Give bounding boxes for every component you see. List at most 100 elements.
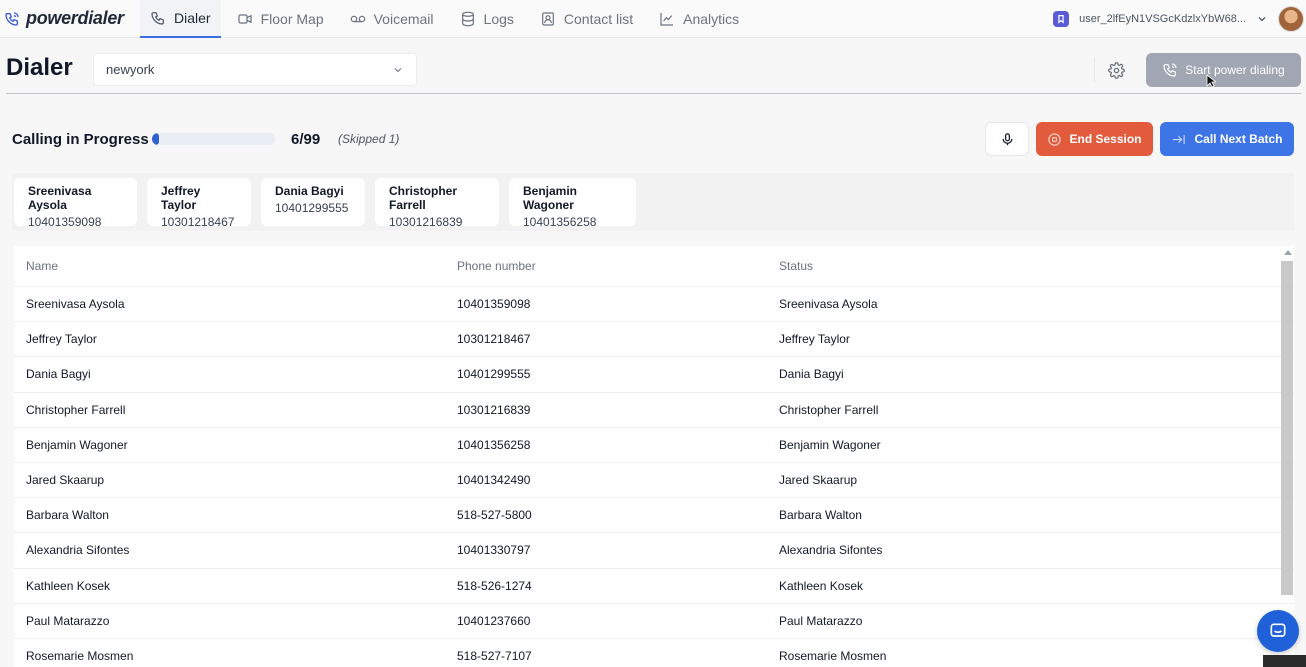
microphone-icon [1002, 132, 1012, 145]
scroll-up-arrow[interactable] [1284, 250, 1292, 255]
column-header-status[interactable]: Status [779, 259, 813, 273]
tab-label: Floor Map [260, 10, 324, 27]
voicemail-icon [350, 15, 365, 22]
chart-icon [660, 12, 674, 26]
table-row[interactable]: Jared Skaarup 10401342490 Jared Skaarup [14, 463, 1294, 499]
table-row[interactable]: Kathleen Kosek 518-526-1274 Kathleen Kosek [14, 569, 1294, 604]
tab-dialer[interactable]: Dialer [140, 0, 221, 38]
active-call-card[interactable]: Benjamin Wagoner 10401356258 [509, 178, 636, 229]
call-next-batch-button[interactable]: Call Next Batch [1160, 122, 1294, 156]
top-navigation: powerdialer Dialer Floor Map Voicemail L… [0, 0, 1306, 38]
card-phone: 10401299555 [275, 201, 349, 215]
tab-logs[interactable]: Logs [450, 0, 524, 38]
region-select-value: newyork [106, 62, 155, 77]
page-title: Dialer [6, 54, 73, 81]
call-progress-fill [152, 133, 160, 145]
microphone-button[interactable] [985, 122, 1029, 156]
card-name: Benjamin Wagoner [523, 184, 578, 212]
cell-status: Jared Skaarup [779, 473, 858, 488]
call-progress-bar [152, 133, 275, 145]
tab-contact-list[interactable]: Contact list [530, 0, 643, 38]
tab-voicemail[interactable]: Voicemail [340, 0, 444, 38]
phone-call-icon [1163, 63, 1177, 77]
video-icon [237, 13, 252, 24]
card-name: Christopher Farrell [389, 184, 458, 212]
card-phone: 10401356258 [523, 215, 597, 229]
user-name: user_2lfEyN1VSGcKdzlxYbW68... [1079, 13, 1246, 25]
table-row[interactable]: Benjamin Wagoner 10401356258 Benjamin Wago… [14, 428, 1294, 463]
region-select[interactable]: newyork [93, 53, 417, 86]
table-row[interactable]: Christopher Farrell 10301216839 Christophe… [14, 393, 1294, 428]
active-calls-strip: Sreenivasa Aysola 10401359098 Jeffrey Ta… [12, 173, 1294, 231]
gear-icon [1107, 61, 1125, 79]
table-row[interactable]: Dania Bagyi 10401299555 Dania Bagyi [14, 357, 1294, 393]
cell-phone: 518-527-7107 [457, 648, 532, 663]
cell-phone: 518-527-5800 [457, 508, 532, 523]
contact-book-icon [541, 11, 554, 26]
column-header-name[interactable]: Name [26, 259, 457, 273]
chevron-down-icon [394, 68, 402, 73]
phone-icon [151, 11, 164, 25]
stop-circle-icon [1048, 132, 1062, 146]
cell-phone: 10301218467 [457, 332, 531, 347]
cell-phone: 10401342490 [457, 473, 531, 488]
tab-analytics[interactable]: Analytics [649, 0, 749, 38]
tab-label: Logs [483, 10, 514, 27]
calling-status-label: Calling in Progress [12, 131, 149, 148]
taskbar-edge [1263, 655, 1306, 667]
cell-name: Sreenivasa Aysola [26, 297, 125, 312]
avatar[interactable] [1278, 6, 1304, 32]
cell-phone: 518-526-1274 [457, 578, 532, 593]
column-header-phone[interactable]: Phone number [457, 259, 779, 273]
chat-icon [1270, 623, 1286, 637]
end-session-button[interactable]: End Session [1036, 122, 1153, 156]
table-row[interactable]: Barbara Walton 518-527-5800 Barbara Walton [14, 498, 1294, 534]
user-menu[interactable]: user_2lfEyN1VSGcKdzlxYbW68... [1053, 0, 1306, 38]
active-call-card[interactable]: Dania Bagyi 10401299555 [261, 178, 365, 226]
start-power-dialing-label: Start power dialing [1185, 63, 1285, 77]
tab-floor-map[interactable]: Floor Map [227, 0, 334, 38]
cell-status: Christopher Farrell [779, 402, 879, 417]
start-power-dialing-button[interactable]: Start power dialing [1146, 53, 1301, 87]
mouse-cursor-icon [1206, 74, 1216, 88]
cell-phone: 10401359098 [457, 297, 531, 312]
cell-status: Jeffrey Taylor [779, 332, 850, 347]
table-row[interactable]: Alexandria Sifontes 10401330797 Alexandria… [14, 533, 1294, 569]
settings-button[interactable] [1105, 59, 1127, 81]
cell-name: Alexandria Sifontes [26, 543, 130, 558]
cell-name: Dania Bagyi [26, 367, 91, 382]
database-icon [461, 11, 474, 26]
table-row[interactable]: Paul Matarazzo 10401237660 Paul Matarazzo [14, 604, 1294, 639]
chat-support-button[interactable] [1257, 610, 1299, 652]
cell-phone: 10401330797 [457, 543, 531, 558]
table-row[interactable]: Sreenivasa Aysola 10401359098 Sreenivasa A… [14, 287, 1294, 323]
active-call-card[interactable]: Christopher Farrell 10301216839 [375, 178, 499, 229]
cell-name: Kathleen Kosek [26, 578, 111, 593]
cell-status: Barbara Walton [779, 508, 862, 523]
tab-label: Voicemail [373, 10, 434, 27]
cell-status: Benjamin Wagoner [779, 437, 881, 452]
table-row[interactable]: Rosemarie Mosmen 518-527-7107 Rosemarie Mo… [14, 639, 1294, 667]
tab-label: Dialer [174, 9, 211, 26]
cell-status: Sreenivasa Aysola [779, 297, 878, 312]
active-call-card[interactable]: Jeffrey Taylor 10301218467 [147, 178, 251, 229]
tab-label: Contact list [563, 10, 634, 27]
table-header: Name Phone number Status [14, 246, 1294, 287]
cell-name: Jeffrey Taylor [26, 332, 97, 347]
card-name: Dania Bagyi [275, 184, 344, 198]
call-next-batch-label: Call Next Batch [1194, 132, 1283, 146]
table-row[interactable]: Jeffrey Taylor 10301218467 Jeffrey Taylor [14, 322, 1294, 358]
cell-name: Benjamin Wagoner [26, 437, 128, 452]
chevron-down-icon [1258, 17, 1266, 22]
scrollbar-thumb[interactable] [1281, 261, 1293, 595]
cell-phone: 10401356258 [457, 437, 531, 452]
brand[interactable]: powerdialer [0, 8, 140, 29]
end-session-label: End Session [1069, 132, 1142, 146]
cell-name: Rosemarie Mosmen [26, 648, 134, 663]
active-call-card[interactable]: Sreenivasa Aysola 10401359098 [14, 178, 137, 229]
cell-status: Dania Bagyi [779, 367, 844, 382]
cell-phone: 10401299555 [457, 367, 531, 382]
header-divider [6, 93, 1301, 94]
card-phone: 10301216839 [389, 215, 463, 229]
cell-name: Christopher Farrell [26, 402, 126, 417]
